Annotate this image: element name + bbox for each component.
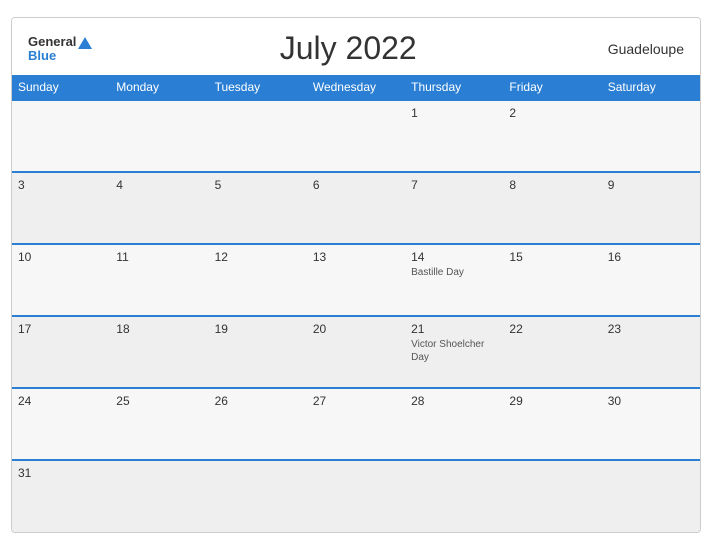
calendar-header: General Blue July 2022 Guadeloupe xyxy=(12,18,700,75)
calendar-cell: 19 xyxy=(209,316,307,388)
col-tuesday: Tuesday xyxy=(209,75,307,100)
day-number: 10 xyxy=(18,250,104,264)
calendar-cell: 21 Victor Shoelcher Day xyxy=(405,316,503,388)
day-number: 16 xyxy=(608,250,694,264)
calendar-week-row: 17 18 19 20 21 Victor Shoelcher Day 22 23 xyxy=(12,316,700,388)
calendar-cell: 2 xyxy=(503,100,601,172)
calendar-cell: 7 xyxy=(405,172,503,244)
calendar-cell: 25 xyxy=(110,388,208,460)
calendar-cell: 1 xyxy=(405,100,503,172)
calendar-cell: 4 xyxy=(110,172,208,244)
calendar-cell: 27 xyxy=(307,388,405,460)
logo-triangle-icon xyxy=(78,37,92,49)
day-number: 26 xyxy=(215,394,301,408)
region-label: Guadeloupe xyxy=(604,41,684,57)
day-number: 4 xyxy=(116,178,202,192)
calendar-cell xyxy=(307,460,405,532)
calendar-cell xyxy=(602,100,700,172)
day-number: 31 xyxy=(18,466,104,480)
day-number: 6 xyxy=(313,178,399,192)
day-number: 17 xyxy=(18,322,104,336)
logo-area: General Blue xyxy=(28,35,92,62)
logo-general-text: General xyxy=(28,35,92,49)
day-number: 20 xyxy=(313,322,399,336)
calendar-cell: 26 xyxy=(209,388,307,460)
day-number: 15 xyxy=(509,250,595,264)
day-number: 3 xyxy=(18,178,104,192)
calendar-cell xyxy=(503,460,601,532)
calendar-title: July 2022 xyxy=(92,30,604,67)
calendar-container: General Blue July 2022 Guadeloupe Sunday… xyxy=(11,17,701,533)
calendar-cell: 22 xyxy=(503,316,601,388)
calendar-cell: 9 xyxy=(602,172,700,244)
event-label: Victor Shoelcher Day xyxy=(411,338,497,364)
weekday-header-row: Sunday Monday Tuesday Wednesday Thursday… xyxy=(12,75,700,100)
calendar-cell: 11 xyxy=(110,244,208,316)
calendar-cell: 23 xyxy=(602,316,700,388)
col-saturday: Saturday xyxy=(602,75,700,100)
day-number: 21 xyxy=(411,322,497,336)
calendar-cell: 15 xyxy=(503,244,601,316)
calendar-week-row: 12 xyxy=(12,100,700,172)
day-number: 1 xyxy=(411,106,497,120)
day-number: 14 xyxy=(411,250,497,264)
day-number: 7 xyxy=(411,178,497,192)
calendar-week-row: 10 11 12 13 14 Bastille Day 15 16 xyxy=(12,244,700,316)
calendar-cell: 13 xyxy=(307,244,405,316)
day-number: 9 xyxy=(608,178,694,192)
calendar-cell: 10 xyxy=(12,244,110,316)
calendar-cell: 29 xyxy=(503,388,601,460)
calendar-cell xyxy=(307,100,405,172)
day-number: 23 xyxy=(608,322,694,336)
col-sunday: Sunday xyxy=(12,75,110,100)
calendar-cell: 20 xyxy=(307,316,405,388)
calendar-cell: 6 xyxy=(307,172,405,244)
calendar-cell: 18 xyxy=(110,316,208,388)
calendar-cell xyxy=(405,460,503,532)
day-number: 18 xyxy=(116,322,202,336)
calendar-cell: 3 xyxy=(12,172,110,244)
calendar-cell: 14 Bastille Day xyxy=(405,244,503,316)
calendar-week-row: 3456789 xyxy=(12,172,700,244)
day-number: 8 xyxy=(509,178,595,192)
calendar-cell: 30 xyxy=(602,388,700,460)
col-wednesday: Wednesday xyxy=(307,75,405,100)
col-friday: Friday xyxy=(503,75,601,100)
day-number: 19 xyxy=(215,322,301,336)
calendar-cell: 12 xyxy=(209,244,307,316)
calendar-cell xyxy=(602,460,700,532)
calendar-cell: 17 xyxy=(12,316,110,388)
calendar-cell xyxy=(12,100,110,172)
calendar-week-row: 24 25 26 27 28 29 30 xyxy=(12,388,700,460)
calendar-cell: 5 xyxy=(209,172,307,244)
day-number: 29 xyxy=(509,394,595,408)
calendar-cell xyxy=(209,460,307,532)
calendar-cell: 8 xyxy=(503,172,601,244)
day-number: 22 xyxy=(509,322,595,336)
calendar-cell: 24 xyxy=(12,388,110,460)
day-number: 30 xyxy=(608,394,694,408)
day-number: 11 xyxy=(116,250,202,264)
day-number: 2 xyxy=(509,106,595,120)
day-number: 5 xyxy=(215,178,301,192)
event-label: Bastille Day xyxy=(411,266,497,279)
day-number: 25 xyxy=(116,394,202,408)
calendar-body: 1234567891011121314Bastille Day151617181… xyxy=(12,100,700,532)
day-number: 24 xyxy=(18,394,104,408)
calendar-cell: 16 xyxy=(602,244,700,316)
logo-blue-text: Blue xyxy=(28,49,56,62)
day-number: 28 xyxy=(411,394,497,408)
calendar-grid: Sunday Monday Tuesday Wednesday Thursday… xyxy=(12,75,700,532)
day-number: 12 xyxy=(215,250,301,264)
col-monday: Monday xyxy=(110,75,208,100)
calendar-cell xyxy=(110,100,208,172)
calendar-week-row: 31 xyxy=(12,460,700,532)
day-number: 27 xyxy=(313,394,399,408)
calendar-cell: 28 xyxy=(405,388,503,460)
col-thursday: Thursday xyxy=(405,75,503,100)
calendar-cell: 31 xyxy=(12,460,110,532)
calendar-cell xyxy=(209,100,307,172)
calendar-cell xyxy=(110,460,208,532)
day-number: 13 xyxy=(313,250,399,264)
